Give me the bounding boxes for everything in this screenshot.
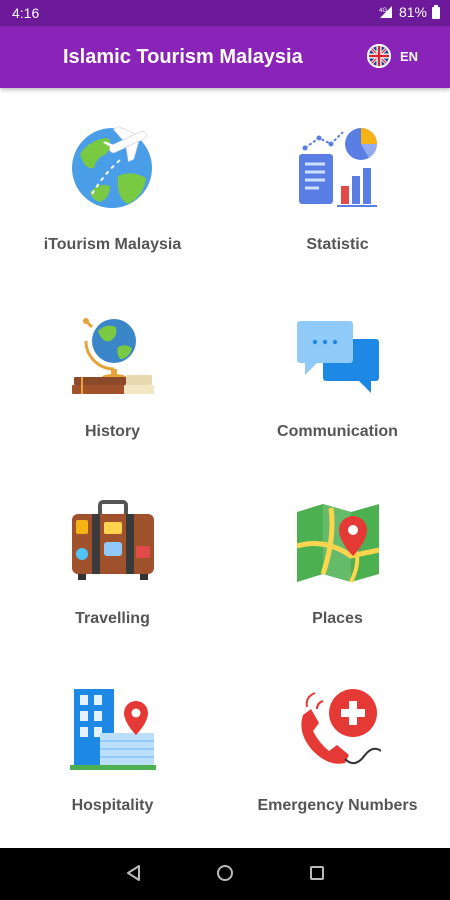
menu-label: Communication [277, 423, 398, 440]
uk-flag-icon [367, 44, 391, 68]
statistics-chart-icon [299, 128, 378, 207]
status-bar: 4:16 4G 81% [0, 0, 450, 26]
map-pin-icon [296, 504, 380, 583]
battery-percent: 81% [398, 4, 427, 20]
svg-text:4G: 4G [379, 8, 387, 14]
menu-label: iTourism Malaysia [43, 236, 182, 253]
menu-label: Places [312, 610, 363, 627]
menu-tile-itourism[interactable]: iTourism Malaysia [0, 90, 225, 277]
menu-label: Statistic [306, 236, 369, 253]
status-time: 4:16 [12, 5, 40, 21]
menu-tile-statistic[interactable]: Statistic [225, 90, 450, 277]
app-title: Islamic Tourism Malaysia [63, 46, 303, 68]
menu-tile-hospitality[interactable]: Hospitality [0, 651, 225, 838]
battery-icon [432, 5, 440, 19]
menu-label: Hospitality [71, 797, 154, 814]
globe-books-icon [72, 318, 154, 394]
app-bar: Islamic Tourism Malaysia EN [0, 26, 450, 88]
chat-bubbles-icon [297, 321, 379, 393]
globe-airplane-icon [72, 126, 152, 208]
menu-tile-communication[interactable]: Communication [225, 277, 450, 464]
suitcase-icon [72, 500, 154, 580]
home-icon[interactable] [215, 863, 235, 883]
recents-icon[interactable] [307, 863, 327, 883]
language-code: EN [400, 48, 419, 64]
menu-label: History [84, 423, 141, 440]
menu-label: Travelling [75, 610, 150, 627]
system-nav-bar [0, 848, 450, 900]
hotel-building-icon [70, 689, 156, 770]
language-selector[interactable]: EN [366, 43, 418, 69]
signal-icon: 4G [379, 6, 392, 18]
emergency-phone-icon [301, 689, 381, 765]
back-icon[interactable] [124, 863, 144, 883]
menu-tile-history[interactable]: History [0, 277, 225, 464]
menu-label: Emergency Numbers [257, 797, 418, 814]
menu-tile-emergency[interactable]: Emergency Numbers [225, 651, 450, 838]
status-indicators: 4G 81% [378, 4, 440, 20]
menu-tile-travelling[interactable]: Travelling [0, 464, 225, 651]
menu-tile-places[interactable]: Places [225, 464, 450, 651]
